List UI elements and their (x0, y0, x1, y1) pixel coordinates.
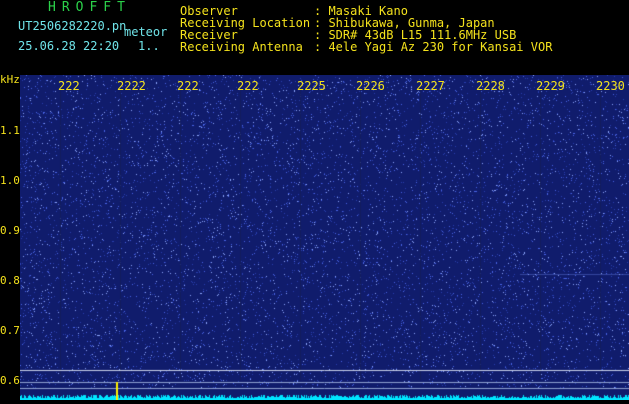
time-tick: 2230 (596, 79, 625, 93)
mode-label: meteor (124, 25, 168, 39)
freq-tick: 0.9 (0, 224, 20, 237)
freq-tick: 0.7 (0, 324, 20, 337)
date-time: 25.06.28 22:20 (18, 39, 120, 53)
waterfall-spectrogram (20, 75, 629, 400)
file-name: UT2506282220.pn (18, 19, 127, 33)
time-tick: 2226 (356, 79, 385, 93)
time-tick: 222 (237, 79, 259, 93)
antenna-label: Receiving Antenna (180, 40, 303, 54)
freq-tick: 0.8 (0, 274, 20, 287)
app-title: HROFFT (48, 0, 131, 15)
waterfall-canvas (20, 75, 629, 400)
frequency-unit-label: kHz (0, 73, 20, 86)
time-tick: 2228 (476, 79, 505, 93)
time-tick: 222 (58, 79, 80, 93)
time-tick: 222 (177, 79, 199, 93)
time-tick: 2229 (536, 79, 565, 93)
freq-tick: 1.1 (0, 124, 20, 137)
freq-tick: 1.0 (0, 174, 20, 187)
time-tick: 2225 (297, 79, 326, 93)
freq-tick: 0.6 (0, 374, 20, 387)
time-tick: 2227 (416, 79, 445, 93)
count-label: 1.. (138, 39, 160, 53)
antenna-value: : 4ele Yagi Az 230 for Kansai VOR (314, 40, 553, 54)
time-tick: 2222 (117, 79, 146, 93)
